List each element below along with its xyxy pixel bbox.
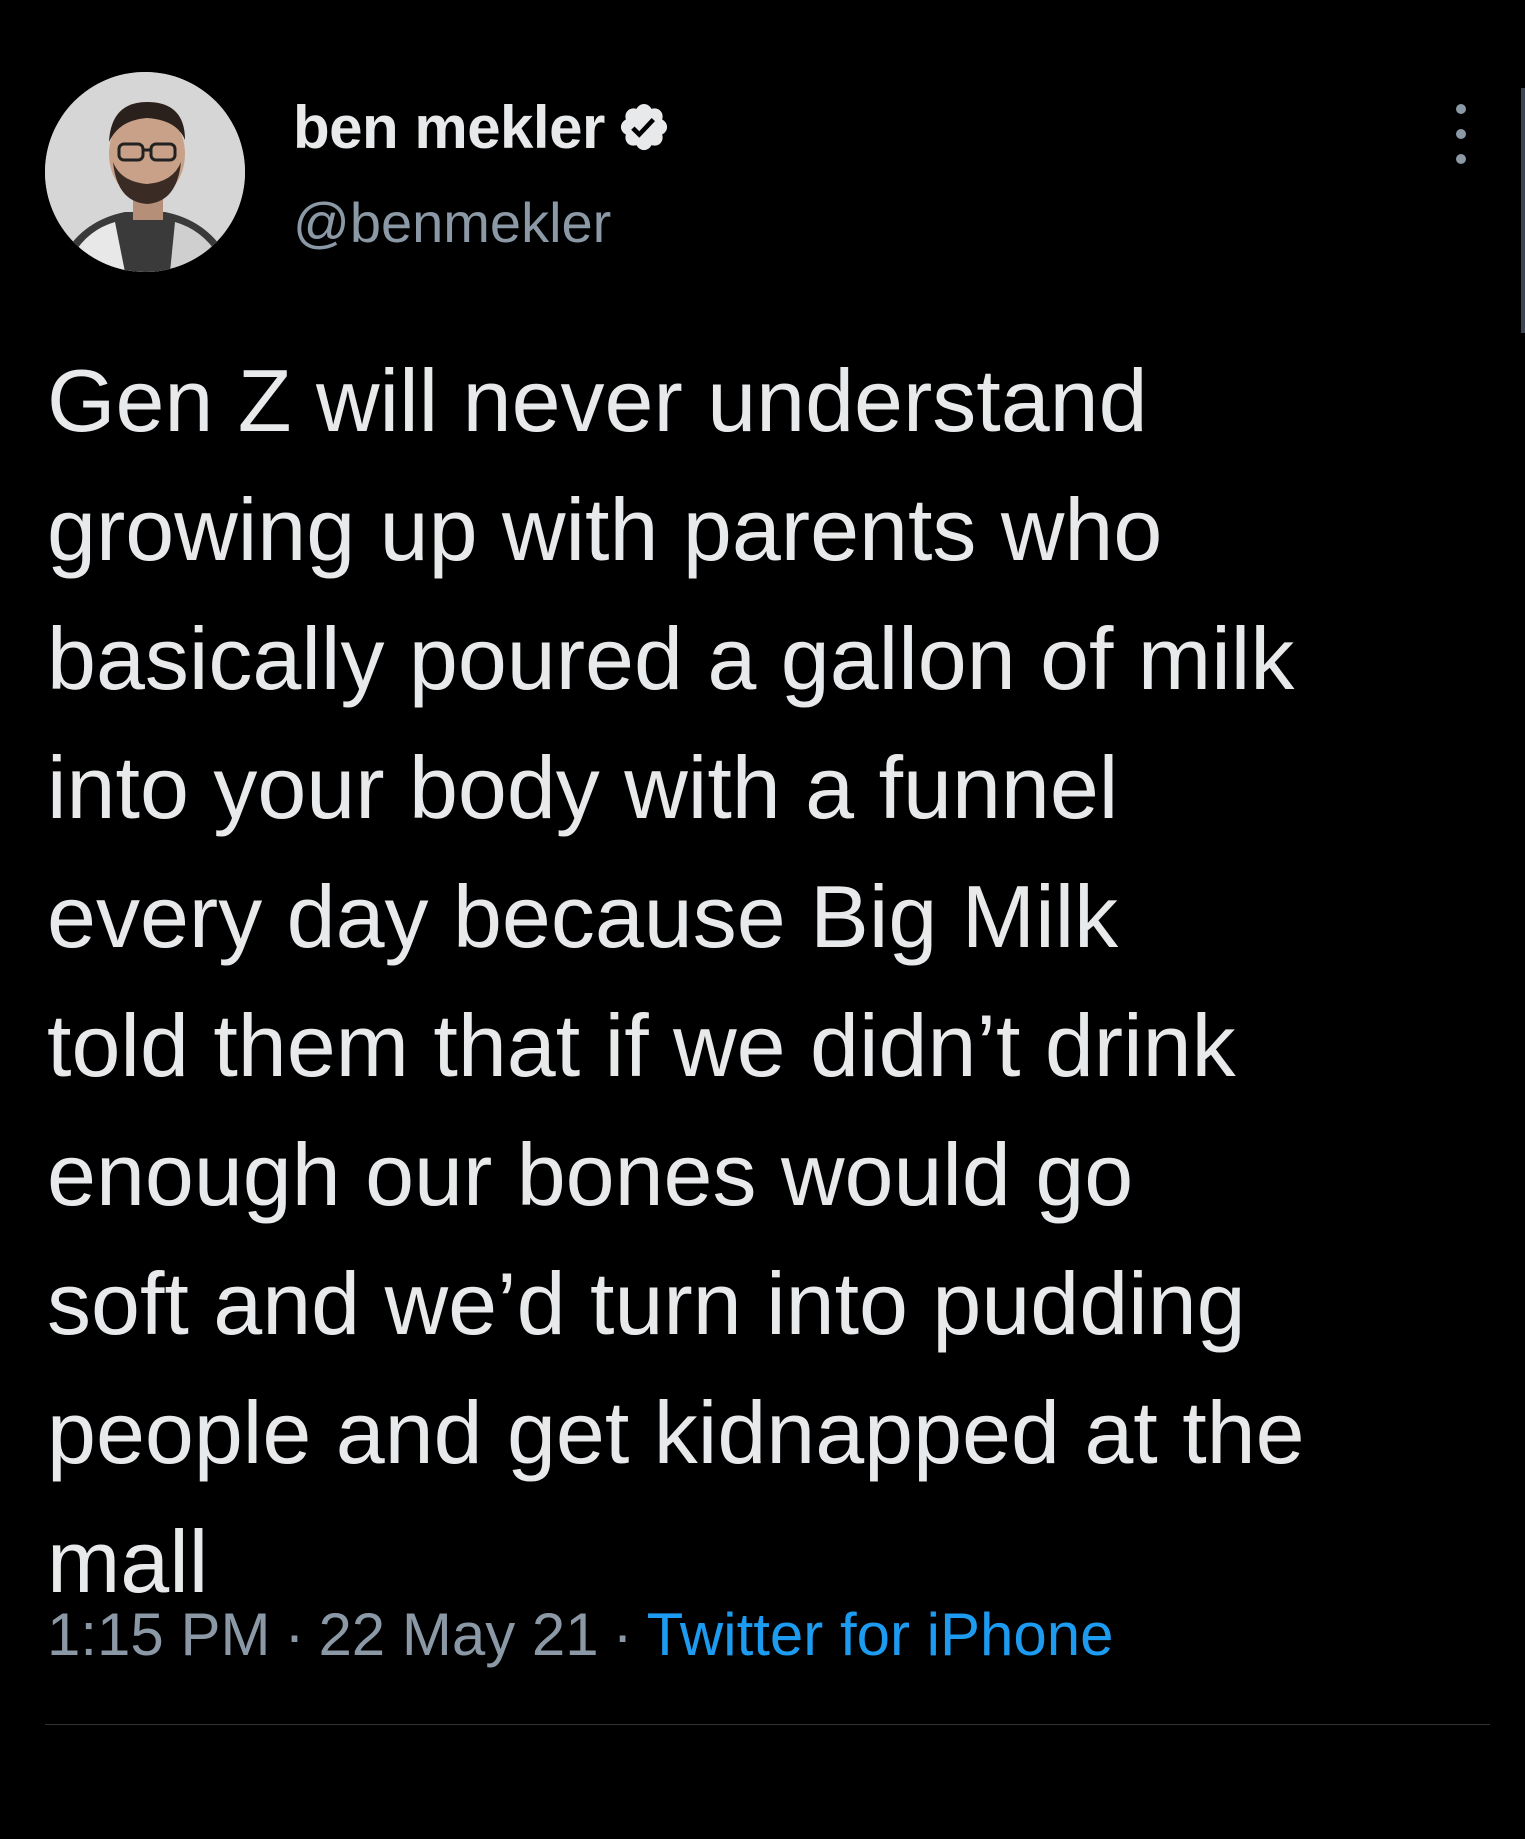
author-display-name[interactable]: ben mekler (293, 93, 605, 162)
tweet-source-link[interactable]: Twitter for iPhone (647, 1601, 1114, 1668)
avatar-photo (45, 72, 245, 272)
tweet-line: enough our bones would go (47, 1125, 1134, 1224)
verified-badge-icon (617, 100, 671, 154)
tweet-meta: 1:15 PM · 22 May 21 · Twitter for iPhone (47, 1600, 1113, 1669)
more-options-icon[interactable] (1441, 104, 1481, 164)
tweet-line: soft and we’d turn into pudding (47, 1254, 1246, 1353)
tweet-line: people and get kidnapped at the (47, 1383, 1305, 1482)
tweet-text: Gen Z will never understand growing up w… (47, 336, 1487, 1626)
tweet-line: told them that if we didn’t drink (47, 996, 1236, 1095)
author-handle[interactable]: @benmekler (293, 190, 611, 255)
avatar[interactable] (45, 72, 245, 272)
meta-separator: · (284, 1601, 305, 1668)
tweet-date[interactable]: 22 May 21 (318, 1601, 598, 1668)
tweet-line: into your body with a funnel (47, 738, 1119, 837)
tweet-line: basically poured a gallon of milk (47, 609, 1295, 708)
tweet-line: Gen Z will never understand (47, 351, 1148, 450)
divider (45, 1724, 1490, 1725)
author-name-row: ben mekler (293, 92, 671, 162)
tweet-line: every day because Big Milk (47, 867, 1119, 966)
scrollbar[interactable] (1521, 88, 1525, 333)
meta-separator: · (612, 1601, 633, 1668)
tweet-line: mall (47, 1512, 209, 1611)
tweet-card: ben mekler @benmekler Gen Z will never u… (0, 0, 1525, 1839)
tweet-time[interactable]: 1:15 PM (47, 1601, 270, 1668)
tweet-line: growing up with parents who (47, 480, 1163, 579)
